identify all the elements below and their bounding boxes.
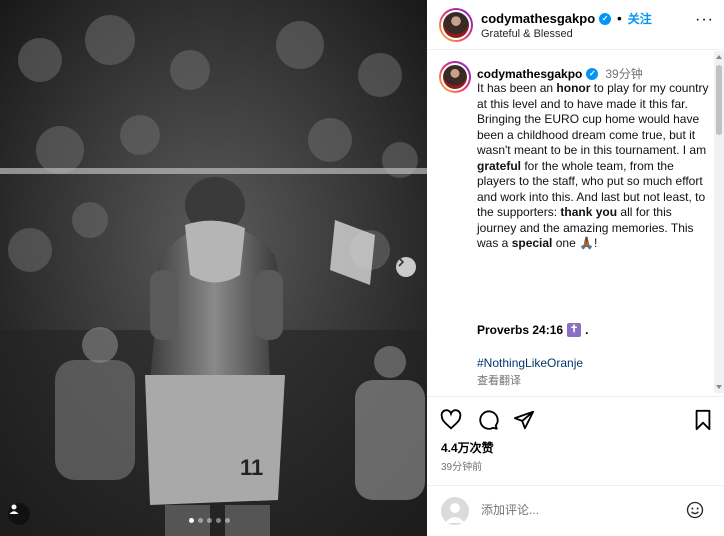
instagram-post-modal: 11 codymathesgakpo ✓ • 关注 Grateful & Ble… bbox=[0, 0, 724, 536]
caption-author-avatar[interactable] bbox=[439, 61, 471, 93]
caption-scroll-area[interactable]: codymathesgakpo ✓ 39分钟 It has been an ho… bbox=[427, 51, 714, 393]
see-translation-link[interactable]: 查看翻译 bbox=[477, 372, 521, 388]
current-user-avatar bbox=[441, 497, 469, 525]
caption-username[interactable]: codymathesgakpo bbox=[477, 67, 582, 81]
posted-time: 39分钟前 bbox=[441, 462, 483, 473]
caption-bold-segment: special bbox=[511, 236, 553, 250]
post-side-panel: codymathesgakpo ✓ • 关注 Grateful & Blesse… bbox=[427, 0, 724, 536]
carousel-dot bbox=[225, 518, 230, 523]
verified-icon: ✓ bbox=[599, 12, 612, 25]
comment-bar bbox=[427, 485, 724, 536]
verified-icon: ✓ bbox=[586, 67, 599, 80]
scroll-up-arrow-icon[interactable] bbox=[716, 55, 722, 59]
ellipsis-icon: ··· bbox=[695, 11, 714, 28]
scroll-down-arrow-icon[interactable] bbox=[716, 385, 722, 389]
heart-icon[interactable] bbox=[440, 409, 462, 431]
scrollbar-thumb[interactable] bbox=[716, 65, 722, 135]
author-username-row: codymathesgakpo ✓ • 关注 bbox=[481, 10, 652, 27]
like-count[interactable]: 4.4万次赞 bbox=[441, 439, 494, 456]
separator-dot: • bbox=[617, 11, 622, 26]
caption-bold-segment: grateful bbox=[477, 158, 522, 173]
proverbs-period: . bbox=[585, 323, 589, 337]
player-photo-illustration: 11 bbox=[0, 0, 427, 536]
chevron-right-icon bbox=[398, 257, 405, 267]
comment-icon[interactable] bbox=[477, 409, 499, 431]
caption-scrollbar[interactable] bbox=[714, 51, 724, 393]
follow-button[interactable]: 关注 bbox=[628, 10, 652, 27]
caption-bold-segment: thank you bbox=[560, 205, 618, 219]
caption-username-row: codymathesgakpo ✓ 39分钟 bbox=[477, 65, 643, 82]
send-icon[interactable] bbox=[513, 409, 535, 431]
author-avatar[interactable] bbox=[439, 8, 473, 42]
caption-bold-segment: honor bbox=[556, 81, 591, 95]
caption-text: It has been an honor to play for my coun… bbox=[477, 81, 709, 252]
jersey-number: 11 bbox=[240, 455, 263, 480]
user-tag-icon bbox=[9, 504, 19, 514]
bookmark-icon[interactable] bbox=[692, 409, 714, 431]
author-username[interactable]: codymathesgakpo bbox=[481, 11, 595, 26]
caption-time: 39分钟 bbox=[605, 67, 643, 81]
carousel-dots bbox=[189, 518, 230, 523]
cross-emoji-icon: ✝ bbox=[567, 323, 582, 337]
carousel-next-button[interactable] bbox=[396, 257, 416, 277]
carousel-dot bbox=[198, 518, 203, 523]
proverbs-line: Proverbs 24:16 ✝ . bbox=[477, 323, 588, 337]
caption-segment: It has been an bbox=[477, 81, 557, 95]
post-photo[interactable]: 11 bbox=[0, 0, 427, 536]
carousel-dot bbox=[189, 518, 194, 523]
post-header: codymathesgakpo ✓ • 关注 Grateful & Blesse… bbox=[427, 0, 724, 50]
proverbs-text: Proverbs 24:16 bbox=[477, 323, 564, 337]
default-avatar-icon bbox=[445, 503, 465, 523]
carousel-dot bbox=[207, 518, 212, 523]
hashtag-link[interactable]: #NothingLikeOranje bbox=[477, 356, 583, 370]
carousel-dot bbox=[216, 518, 221, 523]
author-subtitle: Grateful & Blessed bbox=[481, 28, 573, 40]
tagged-users-button[interactable] bbox=[8, 503, 30, 525]
caption-segment: one 🙏🏾! bbox=[552, 236, 598, 250]
post-actions bbox=[427, 396, 724, 436]
smiley-icon[interactable] bbox=[686, 501, 704, 519]
comment-input[interactable] bbox=[481, 503, 671, 517]
more-options-button[interactable]: ··· bbox=[695, 11, 714, 29]
